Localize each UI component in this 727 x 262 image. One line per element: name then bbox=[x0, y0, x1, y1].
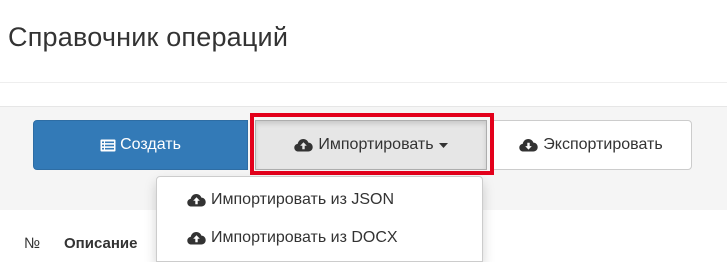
chevron-down-icon bbox=[438, 142, 448, 148]
column-header-description[interactable]: Описание bbox=[64, 235, 137, 252]
menu-item-import-docx[interactable]: Импортировать из DOCX bbox=[187, 229, 398, 247]
menu-item-label: Импортировать из DOCX bbox=[211, 229, 398, 246]
cloud-upload-icon bbox=[187, 193, 206, 207]
menu-item-label: Импортировать из JSON bbox=[211, 191, 395, 208]
cloud-upload-icon bbox=[294, 138, 314, 152]
cloud-upload-icon bbox=[187, 231, 206, 245]
export-button[interactable]: Экспортировать bbox=[490, 120, 692, 170]
list-alt-icon bbox=[100, 139, 116, 152]
create-button[interactable]: Создать bbox=[33, 120, 248, 170]
import-dropdown-menu: Импортировать из JSON Импортировать из D… bbox=[156, 176, 483, 262]
cloud-download-icon bbox=[519, 138, 538, 152]
page-title: Справочник операций bbox=[8, 22, 289, 52]
column-header-number[interactable]: № bbox=[24, 235, 40, 252]
export-button-label: Экспортировать bbox=[543, 136, 663, 153]
menu-item-import-json[interactable]: Импортировать из JSON bbox=[187, 191, 394, 209]
import-button-label: Импортировать bbox=[318, 136, 434, 153]
import-dropdown-button[interactable]: Импортировать bbox=[255, 120, 487, 170]
title-divider bbox=[0, 82, 727, 83]
table-header-row: № Описание bbox=[0, 226, 160, 262]
create-button-label: Создать bbox=[120, 136, 181, 153]
